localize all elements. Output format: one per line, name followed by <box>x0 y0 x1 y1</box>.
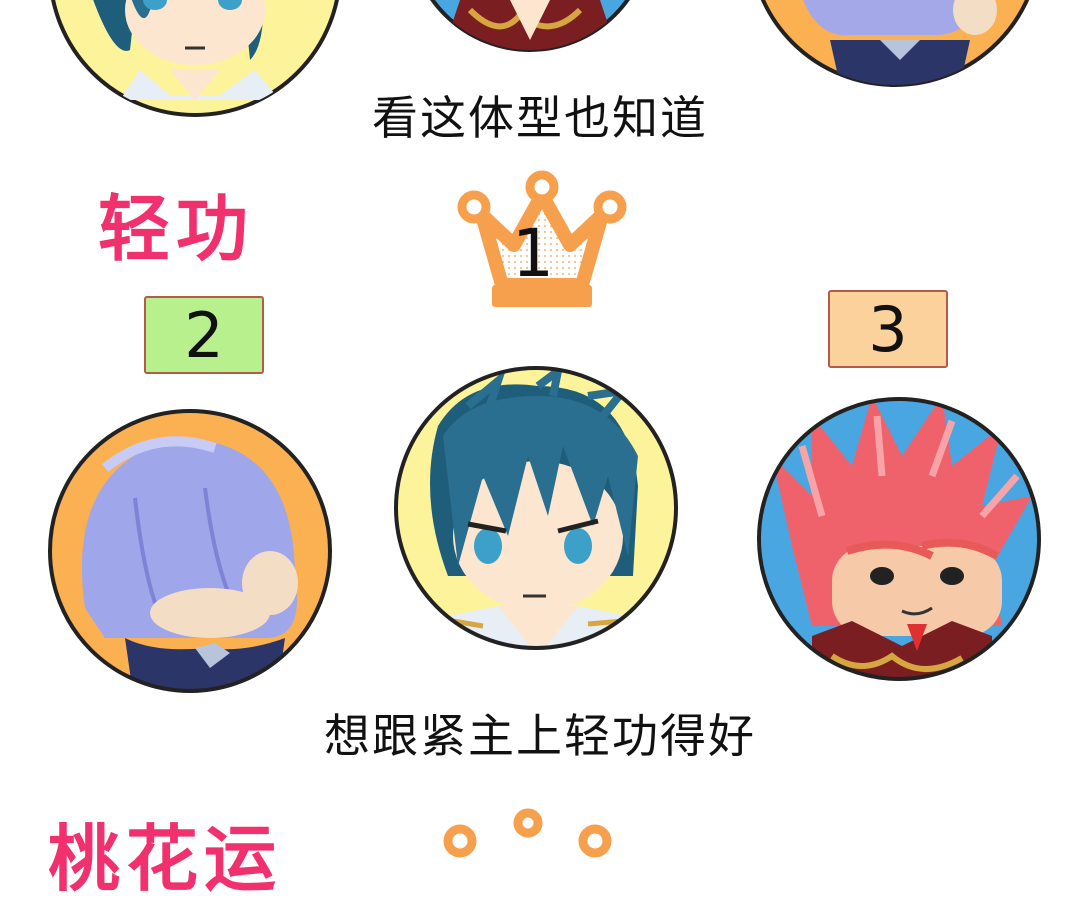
rank-second-badge: 2 <box>144 296 264 374</box>
category-title-next: 桃花运 <box>48 817 283 901</box>
category-title-qinggong: 轻功 <box>98 187 255 271</box>
rank-first-label: 1 <box>512 215 554 292</box>
avatar-top-right <box>760 0 1030 87</box>
caption-bottom: 想跟紧主上轻功得好 <box>324 709 756 763</box>
rank-second-label: 2 <box>184 298 224 372</box>
avatar-rank-second <box>48 409 332 693</box>
caption-top: 看这体型也知道 <box>372 91 708 145</box>
crown-icon-partial <box>443 808 612 858</box>
rank-third-badge: 3 <box>828 290 948 368</box>
rank-third-label: 3 <box>868 292 908 366</box>
avatar-rank-first <box>394 366 678 650</box>
avatar-rank-third <box>757 397 1041 681</box>
avatar-top-middle <box>430 0 630 52</box>
